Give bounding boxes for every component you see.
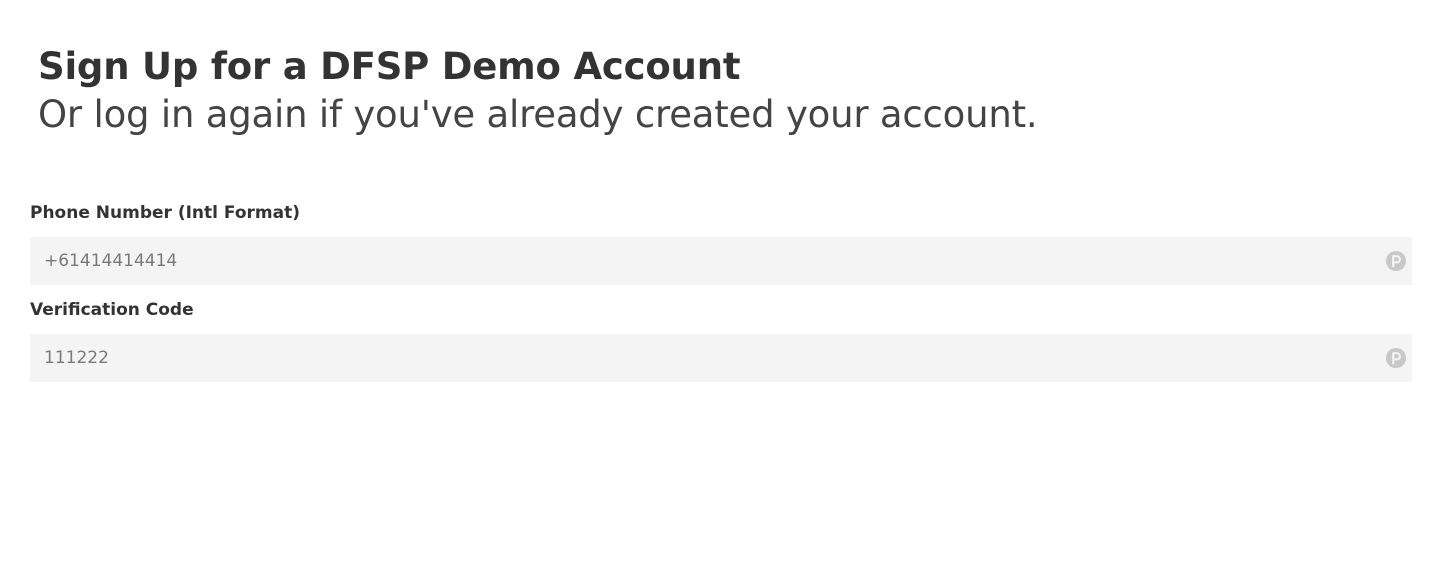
password-manager-icon[interactable] (1386, 251, 1406, 271)
phone-number-label: Phone Number (Intl Format) (30, 203, 300, 223)
page-subtitle: Or log in again if you've already create… (38, 93, 1038, 136)
signup-form: Phone Number (Intl Format) Verification … (30, 200, 1412, 382)
verification-code-label: Verification Code (30, 300, 194, 320)
phone-number-field (30, 237, 1412, 285)
password-manager-icon[interactable] (1386, 348, 1406, 368)
page-title: Sign Up for a DFSP Demo Account (38, 45, 741, 88)
signup-page: Sign Up for a DFSP Demo Account Or log i… (0, 0, 1440, 565)
verification-code-field (30, 334, 1412, 382)
phone-number-input[interactable] (30, 237, 1412, 285)
page-header: Sign Up for a DFSP Demo Account Or log i… (38, 44, 1038, 140)
verification-code-input[interactable] (30, 334, 1412, 382)
